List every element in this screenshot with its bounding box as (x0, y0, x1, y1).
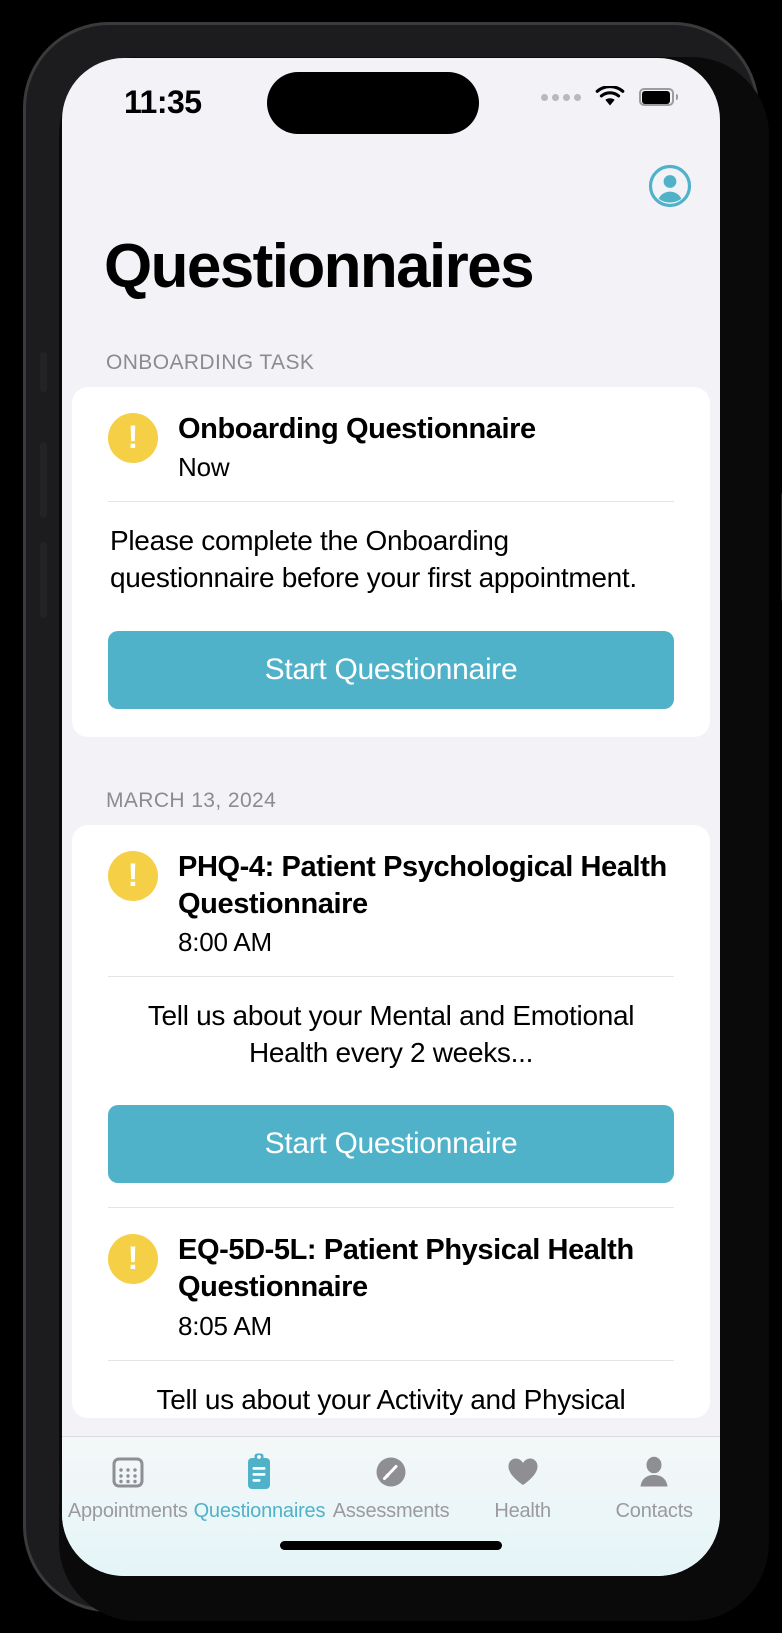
section-header-onboarding: ONBOARDING TASK (106, 351, 315, 375)
list-item[interactable]: ! EQ-5D-5L: Patient Physical Health Ques… (72, 1208, 710, 1417)
home-indicator[interactable] (280, 1541, 502, 1550)
tab-contacts[interactable]: Contacts (588, 1451, 720, 1523)
section-header-date: MARCH 13, 2024 (106, 788, 277, 812)
dynamic-island (267, 72, 479, 134)
header-bar (62, 150, 720, 222)
start-questionnaire-button[interactable]: Start Questionnaire (108, 630, 674, 709)
item-time: Now (178, 452, 230, 483)
heart-icon (504, 1451, 542, 1493)
tab-appointments[interactable]: Appointments (62, 1451, 194, 1523)
item-title: EQ-5D-5L: Patient Physical Health Questi… (178, 1234, 634, 1304)
warning-exclamation-icon: ! (108, 1234, 158, 1285)
volume-up-button[interactable] (40, 442, 47, 518)
pencil-circle-icon (372, 1451, 410, 1493)
tab-label: Health (494, 1500, 551, 1522)
item-header: ! EQ-5D-5L: Patient Physical Health Ques… (108, 1230, 674, 1341)
onboarding-card: ! Onboarding Questionnaire Now Please co… (72, 387, 710, 737)
clipboard-icon (240, 1451, 278, 1493)
item-description: Please complete the Onboarding questionn… (110, 525, 637, 594)
tab-label: Assessments (332, 1500, 450, 1522)
march-13-card: ! PHQ-4: Patient Psychological Health Qu… (72, 824, 710, 1418)
warning-exclamation-icon: ! (108, 413, 158, 464)
item-header: ! Onboarding Questionnaire Now (108, 409, 674, 483)
item-title: PHQ-4: Patient Psychological Health Ques… (178, 850, 667, 920)
silent-switch-button[interactable] (40, 352, 47, 392)
item-title: Onboarding Questionnaire (178, 413, 536, 446)
calendar-icon (109, 1451, 147, 1493)
page-title: Questionnaires (104, 232, 535, 301)
phone-screen: 11:35 Questionnaires ONBOARDING TASK ! O… (62, 58, 720, 1576)
item-time: 8:00 AM (178, 926, 272, 957)
list-item[interactable]: ! Onboarding Questionnaire Now Please co… (72, 387, 710, 737)
item-description: Tell us about your Mental and Emotional … (147, 999, 635, 1069)
tab-bar: Appointments Questionnaires Assessments … (62, 1436, 720, 1576)
tab-label: Appointments (67, 1500, 188, 1522)
tab-assessments[interactable]: Assessments (325, 1451, 457, 1523)
item-header: ! PHQ-4: Patient Psychological Health Qu… (108, 847, 674, 958)
tab-label: Questionnaires (193, 1500, 326, 1522)
account-circle-icon[interactable] (648, 164, 692, 208)
status-bar-time: 11:35 (124, 84, 202, 120)
status-bar: 11:35 (62, 58, 720, 150)
scrollable-content[interactable]: Questionnaires ONBOARDING TASK ! Onboard… (62, 150, 720, 1576)
start-questionnaire-button[interactable]: Start Questionnaire (108, 1105, 674, 1184)
tab-questionnaires[interactable]: Questionnaires (193, 1451, 326, 1523)
list-item[interactable]: ! PHQ-4: Patient Psychological Health Qu… (72, 825, 710, 1209)
tab-label: Contacts (615, 1500, 694, 1522)
tab-health[interactable]: Health (457, 1451, 589, 1523)
item-description: Tell us about your Activity and Physical (156, 1383, 626, 1415)
volume-down-button[interactable] (40, 542, 47, 618)
warning-exclamation-icon: ! (108, 850, 158, 901)
battery-icon (639, 88, 678, 106)
status-bar-indicators (541, 86, 678, 108)
item-time: 8:05 AM (178, 1310, 272, 1341)
signal-dots-icon (541, 93, 581, 101)
wifi-icon (595, 86, 625, 108)
person-icon (635, 1451, 673, 1493)
